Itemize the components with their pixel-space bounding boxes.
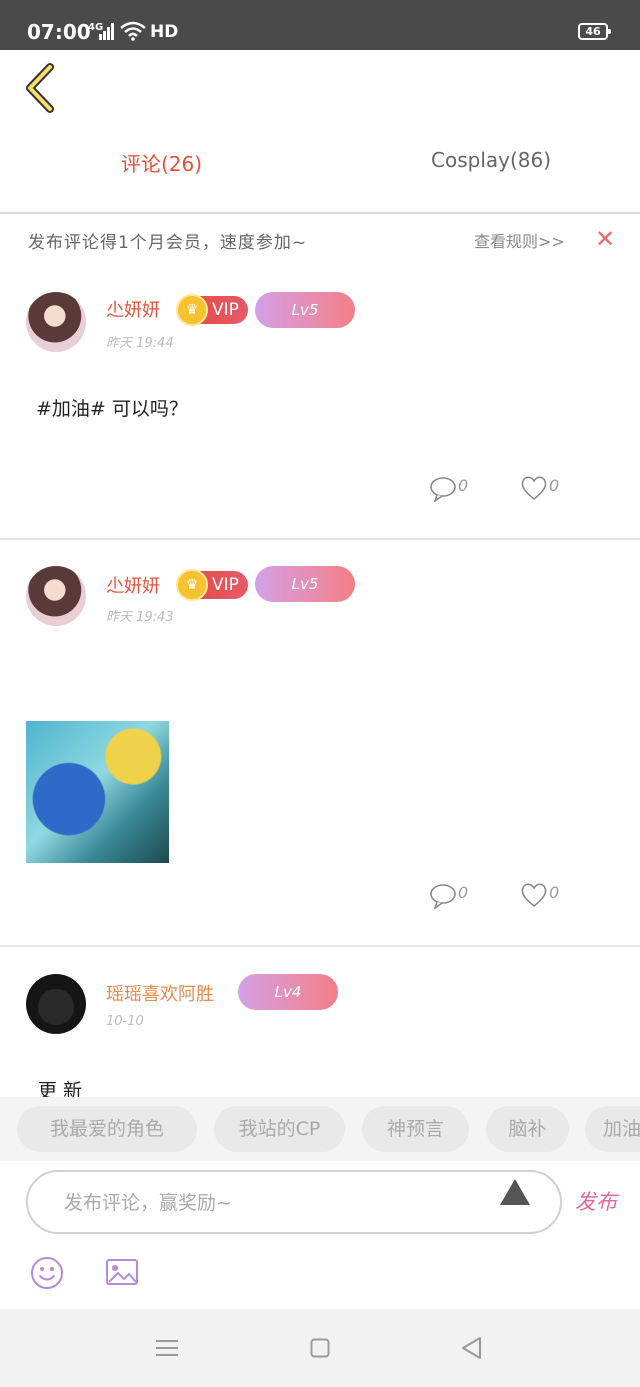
home-square-icon[interactable] — [310, 1338, 330, 1358]
post-username[interactable]: 瑶瑶喜欢阿胜 — [106, 980, 214, 1006]
emoji-icon[interactable] — [30, 1256, 64, 1290]
avatar[interactable] — [26, 974, 86, 1034]
back-arrow-icon[interactable] — [24, 62, 60, 114]
comment-input-box — [26, 1170, 562, 1234]
comment-count: 0 — [458, 883, 469, 902]
signal-icon — [99, 23, 114, 40]
post-image[interactable] — [26, 721, 169, 863]
publish-button[interactable]: 发布 — [575, 1186, 617, 1216]
chip-my-cp[interactable]: 我站的CP — [214, 1106, 345, 1152]
image-icon[interactable] — [105, 1257, 139, 1287]
nav-back-icon[interactable] — [460, 1336, 484, 1360]
comment-icon[interactable] — [429, 883, 457, 909]
like-heart-icon[interactable] — [520, 475, 548, 501]
post-username[interactable]: 尐妍妍 — [106, 296, 160, 322]
post-time: 10-10 — [106, 1014, 144, 1029]
post-time: 昨天 19:44 — [106, 336, 174, 351]
like-count: 0 — [549, 883, 560, 902]
wifi-icon — [120, 21, 146, 41]
battery-icon: 46 — [578, 23, 611, 40]
chip-favorite-character[interactable]: 我最爱的角色 — [17, 1106, 197, 1152]
header-divider — [0, 212, 640, 214]
expand-triangle-icon[interactable] — [500, 1179, 530, 1205]
status-time: 07:00 — [27, 20, 91, 44]
like-count: 0 — [549, 476, 560, 495]
comment-icon[interactable] — [429, 476, 457, 502]
crown-icon: ♛ — [176, 569, 208, 601]
level-badge: Lv5 — [255, 566, 355, 602]
menu-icon[interactable] — [155, 1338, 179, 1358]
level-badge: Lv4 — [238, 974, 338, 1010]
tab-comments[interactable]: 评论(26) — [121, 148, 202, 177]
hd-indicator: HD — [150, 22, 179, 42]
level-badge: Lv5 — [255, 292, 355, 328]
crown-icon: ♛ — [176, 294, 208, 326]
promo-banner-text: 发布评论得1个月会员，速度参加~ — [28, 233, 308, 253]
post-divider — [0, 945, 640, 947]
like-heart-icon[interactable] — [520, 882, 548, 908]
chip-cheer[interactable]: 加油 — [585, 1106, 640, 1152]
comment-count: 0 — [458, 476, 469, 495]
avatar[interactable] — [26, 292, 86, 352]
post-time: 昨天 19:43 — [106, 610, 174, 625]
post-text: #加油# 可以吗？ — [36, 398, 188, 420]
close-banner-icon[interactable]: ✕ — [595, 225, 615, 253]
chip-imagination[interactable]: 脑补 — [486, 1106, 569, 1152]
chip-prophecy[interactable]: 神预言 — [362, 1106, 469, 1152]
avatar[interactable] — [26, 566, 86, 626]
post-username[interactable]: 尐妍妍 — [106, 572, 160, 598]
view-rules-link[interactable]: 查看规则>> — [474, 228, 565, 252]
post-divider — [0, 538, 640, 540]
tab-cosplay[interactable]: Cosplay(86) — [431, 148, 551, 172]
comment-input[interactable] — [62, 1186, 486, 1220]
